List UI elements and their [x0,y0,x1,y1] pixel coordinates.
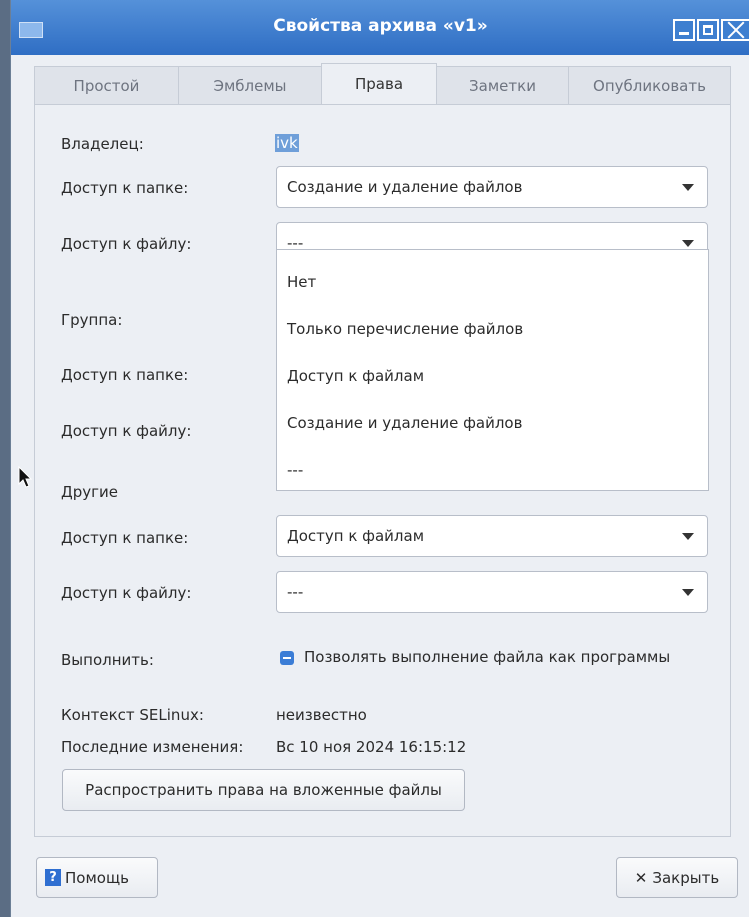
tab-permissions[interactable]: Права [321,63,437,104]
close-icon: ✕ [634,868,648,887]
others-label: Другие [61,483,118,501]
properties-window: Свойства архива «v1» Простой Эмблемы Пра… [10,0,749,917]
window-title: Свойства архива «v1» [273,16,488,36]
help-button-label: Помощь [65,868,129,887]
minimize-button[interactable] [673,19,695,41]
selinux-value: неизвестно [276,706,367,724]
mouse-pointer-icon [18,466,33,488]
owner-folder-access-combo[interactable]: Создание и удаление файлов [276,166,708,208]
others-file-access-value: --- [287,583,304,601]
title-bar[interactable]: Свойства архива «v1» [11,0,749,55]
chevron-down-icon [682,533,694,540]
dropdown-option-none[interactable]: Нет [287,273,316,291]
dropdown-option-create-delete[interactable]: Создание и удаление файлов [287,414,522,432]
chevron-down-icon [682,240,694,247]
group-label: Группа: [61,311,123,329]
execute-checkbox-label[interactable]: Позволять выполнение файла как программы [304,648,670,666]
file-access-dropdown-list: Нет Только перечисление файлов Доступ к … [276,249,709,491]
group-folder-access-label: Доступ к папке: [61,366,189,384]
others-folder-access-combo[interactable]: Доступ к файлам [276,515,708,557]
dropdown-option-access-files[interactable]: Доступ к файлам [287,367,424,385]
help-button[interactable]: ? Помощь [36,857,158,898]
execute-checkbox[interactable] [280,651,294,665]
close-button-label: Закрыть [652,868,720,887]
owner-folder-access-value: Создание и удаление файлов [287,178,523,196]
others-file-access-label: Доступ к файлу: [61,584,192,602]
chevron-down-icon [682,184,694,191]
group-file-access-label: Доступ к файлу: [61,422,192,440]
tab-basic[interactable]: Простой [34,66,179,104]
others-folder-access-value: Доступ к файлам [287,527,425,545]
chevron-down-icon [682,589,694,596]
apply-to-children-button[interactable]: Распространить права на вложенные файлы [62,769,465,811]
tab-emblems[interactable]: Эмблемы [178,66,322,104]
close-button[interactable]: ✕ Закрыть [616,857,738,898]
execute-label: Выполнить: [61,651,154,669]
owner-folder-access-label: Доступ к папке: [61,179,189,197]
owner-file-access-label: Доступ к файлу: [61,235,192,253]
tab-bar: Простой Эмблемы Права Заметки Опубликова… [34,63,731,106]
permissions-panel: Владелец: ivk Доступ к папке: Создание и… [34,104,731,837]
tab-notes[interactable]: Заметки [436,66,569,104]
close-window-button[interactable] [721,19,749,41]
others-folder-access-label: Доступ к папке: [61,529,189,547]
others-file-access-combo[interactable]: --- [276,571,708,613]
owner-label: Владелец: [61,135,144,153]
modified-value: Вс 10 ноя 2024 16:15:12 [276,738,467,756]
owner-value[interactable]: ivk [275,134,299,152]
modified-label: Последние изменения: [61,738,244,756]
help-icon: ? [45,869,61,886]
dropdown-option-list-files[interactable]: Только перечисление файлов [287,320,523,338]
tab-publish[interactable]: Опубликовать [568,66,731,104]
dropdown-option-none-dashes[interactable]: --- [287,461,303,479]
selinux-label: Контекст SELinux: [61,706,204,724]
maximize-button[interactable] [697,19,719,41]
